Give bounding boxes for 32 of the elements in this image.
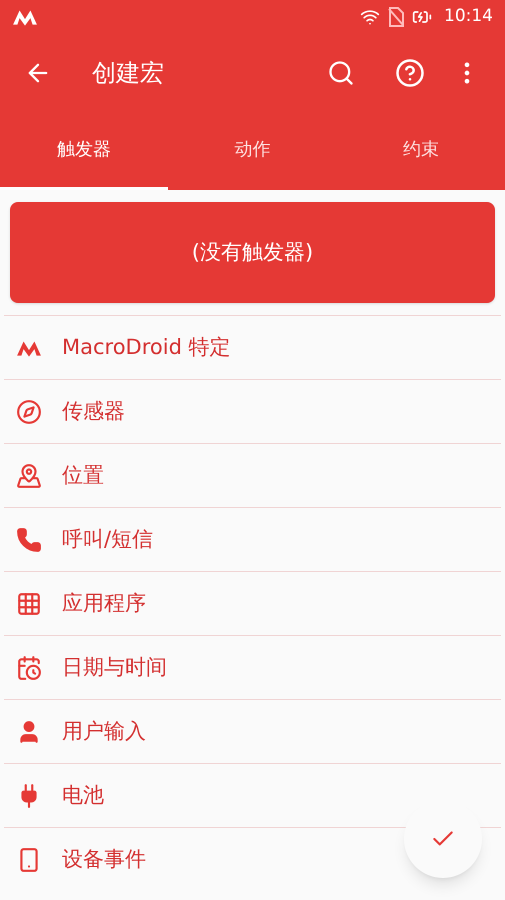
category-label: MacroDroid 特定 [62,334,231,361]
grid-icon [16,590,42,616]
clock-text: 10:14 [444,5,493,28]
map-icon [16,462,42,488]
empty-trigger-card[interactable]: (没有触发器) [10,202,495,303]
logo-icon [12,8,38,26]
window-title: 创建宏 [92,58,164,89]
category-item[interactable]: 用户输入 [4,699,501,763]
category-item[interactable]: 传感器 [4,379,501,443]
calendar-icon [16,654,42,680]
category-label: 应用程序 [62,590,146,617]
category-label: 用户输入 [62,718,146,745]
search-icon[interactable] [327,59,355,87]
tab[interactable]: 触发器 [0,112,168,190]
category-item[interactable]: MacroDroid 特定 [4,315,501,379]
tab[interactable]: 约束 [336,112,505,190]
category-item[interactable]: 应用程序 [4,571,501,635]
category-item[interactable]: 日期与时间 [4,635,501,699]
category-label: 呼叫/短信 [62,526,154,553]
help-icon[interactable] [395,58,425,88]
category-label: 电池 [62,782,104,809]
no-sim-icon [388,7,404,27]
category-label: 传感器 [62,398,125,425]
category-label: 设备事件 [62,846,146,873]
category-label: 位置 [62,462,104,489]
category-item[interactable]: 位置 [4,443,501,507]
category-item[interactable]: 呼叫/短信 [4,507,501,571]
category-label: 日期与时间 [62,654,167,681]
phone-icon [16,526,42,552]
compass-icon [16,398,42,424]
empty-trigger-text: (没有触发器) [192,238,314,266]
tab[interactable]: 动作 [168,112,337,190]
